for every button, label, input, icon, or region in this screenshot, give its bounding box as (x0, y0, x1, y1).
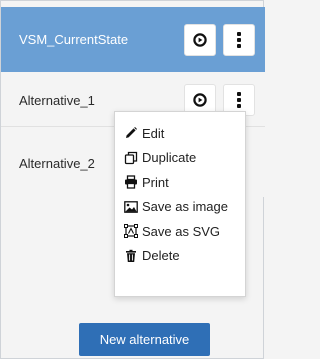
copy-icon (123, 151, 139, 165)
pencil-icon (123, 126, 139, 140)
alternative-row-current[interactable]: VSM_CurrentState (1, 7, 265, 72)
menu-item-label: Save as image (142, 199, 228, 215)
alternative-name: Alternative_1 (19, 93, 95, 108)
menu-item-label: Print (142, 174, 169, 190)
alternatives-panel: VSM_CurrentState Alternative_1 Alternati… (0, 0, 265, 359)
play-button[interactable] (184, 24, 216, 56)
menu-item-delete[interactable]: Delete (115, 244, 245, 269)
menu-item-duplicate[interactable]: Duplicate (115, 146, 245, 171)
more-vertical-icon (237, 92, 241, 108)
menu-item-label: Edit (142, 125, 165, 141)
menu-item-label: Save as SVG (142, 223, 221, 239)
play-icon (193, 93, 207, 107)
new-alternative-button[interactable]: New alternative (79, 323, 210, 356)
menu-item-print[interactable]: Print (115, 170, 245, 195)
alternative-name: Alternative_2 (19, 156, 95, 171)
menu-item-edit[interactable]: Edit (115, 121, 245, 146)
menu-item-save-svg[interactable]: Save as SVG (115, 219, 245, 244)
alternative-name: VSM_CurrentState (19, 32, 129, 47)
menu-item-label: Delete (142, 248, 180, 264)
trash-icon (123, 249, 139, 263)
svg-export-icon (123, 224, 139, 239)
context-menu: Edit Duplicate Print Save as image Save … (114, 111, 246, 297)
menu-item-label: Duplicate (142, 150, 197, 166)
image-icon (123, 200, 139, 214)
more-vertical-icon (237, 32, 241, 48)
menu-item-save-image[interactable]: Save as image (115, 195, 245, 220)
printer-icon (123, 175, 139, 189)
more-options-button[interactable] (223, 24, 255, 56)
play-icon (193, 33, 207, 47)
